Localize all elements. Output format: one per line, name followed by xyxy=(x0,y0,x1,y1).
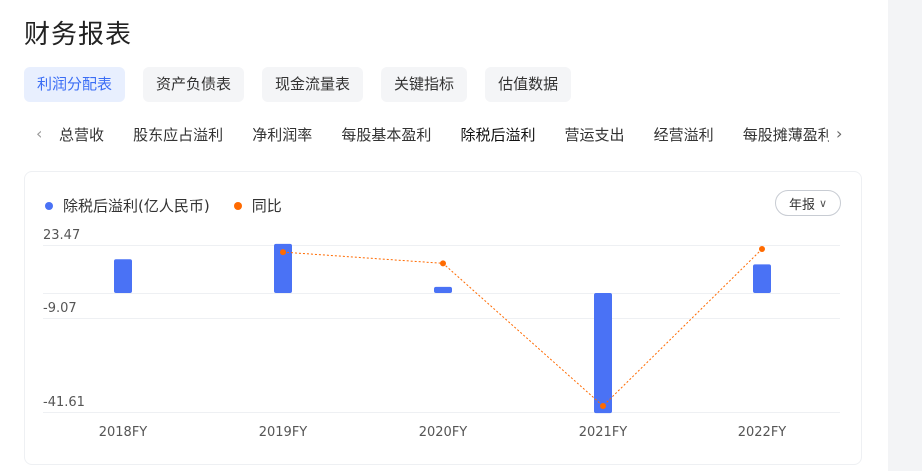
x-tick-label: 2021FY xyxy=(579,425,628,440)
y-tick-label: -41.61 xyxy=(43,395,85,410)
yoy-line xyxy=(282,248,763,407)
x-tick-label: 2018FY xyxy=(99,425,148,440)
bar-2018FY xyxy=(114,259,132,293)
tab-cash-flow[interactable]: 现金流量表 xyxy=(262,67,364,102)
statement-tabs: 利润分配表 资产负债表 现金流量表 关键指标 估值数据 xyxy=(24,67,572,102)
y-tick-label: 23.47 xyxy=(43,228,80,243)
subtab-shareholder-profit[interactable]: 股东应占溢利 xyxy=(133,124,223,145)
chart-card: 除税后溢利(亿人民币) 同比 年报 ∨ 23.47 -9.07 -41.61 2018… xyxy=(24,171,862,465)
y-tick-label: -9.07 xyxy=(43,301,77,316)
bar-2021FY xyxy=(594,293,612,414)
subtab-operating-profit[interactable]: 经营溢利 xyxy=(654,124,714,145)
x-tick-label: 2020FY xyxy=(419,425,468,440)
subtab-profit-after-tax[interactable]: 除税后溢利 xyxy=(460,124,535,145)
right-panel-edge xyxy=(888,0,922,471)
subtab-total-revenue[interactable]: 总营收 xyxy=(59,124,104,145)
subtab-net-margin[interactable]: 净利润率 xyxy=(252,124,312,145)
yoy-point xyxy=(759,246,765,253)
metric-subtabs: ‹ 总营收 股东应占溢利 净利润率 每股基本盈利 除税后溢利 营运支出 经营溢利… xyxy=(36,120,850,156)
x-tick-label: 2022FY xyxy=(738,425,787,440)
subtab-operating-expense[interactable]: 营运支出 xyxy=(565,124,625,145)
x-tick-label: 2019FY xyxy=(259,425,308,440)
yoy-point xyxy=(280,249,286,256)
bar-2022FY xyxy=(753,264,771,293)
chevron-right-icon[interactable]: › xyxy=(836,124,842,143)
subtab-row: 总营收 股东应占溢利 净利润率 每股基本盈利 除税后溢利 营运支出 经营溢利 每… xyxy=(59,124,829,145)
tab-valuation[interactable]: 估值数据 xyxy=(485,67,572,102)
bar-2020FY xyxy=(434,286,452,293)
tab-key-indicators[interactable]: 关键指标 xyxy=(381,67,468,102)
yoy-point xyxy=(440,260,446,267)
tab-balance-sheet[interactable]: 资产负债表 xyxy=(143,67,245,102)
chevron-left-icon[interactable]: ‹ xyxy=(36,124,42,143)
yoy-point xyxy=(600,402,606,409)
subtab-basic-eps[interactable]: 每股基本盈利 xyxy=(341,124,431,145)
page-title: 财务报表 xyxy=(24,20,133,50)
tab-income-statement[interactable]: 利润分配表 xyxy=(24,67,126,102)
subtab-diluted-eps[interactable]: 每股摊薄盈利 xyxy=(743,124,829,145)
chart-plot: 23.47 -9.07 -41.61 2018FY 2019FY 2020FY 2021FY… xyxy=(43,228,840,440)
